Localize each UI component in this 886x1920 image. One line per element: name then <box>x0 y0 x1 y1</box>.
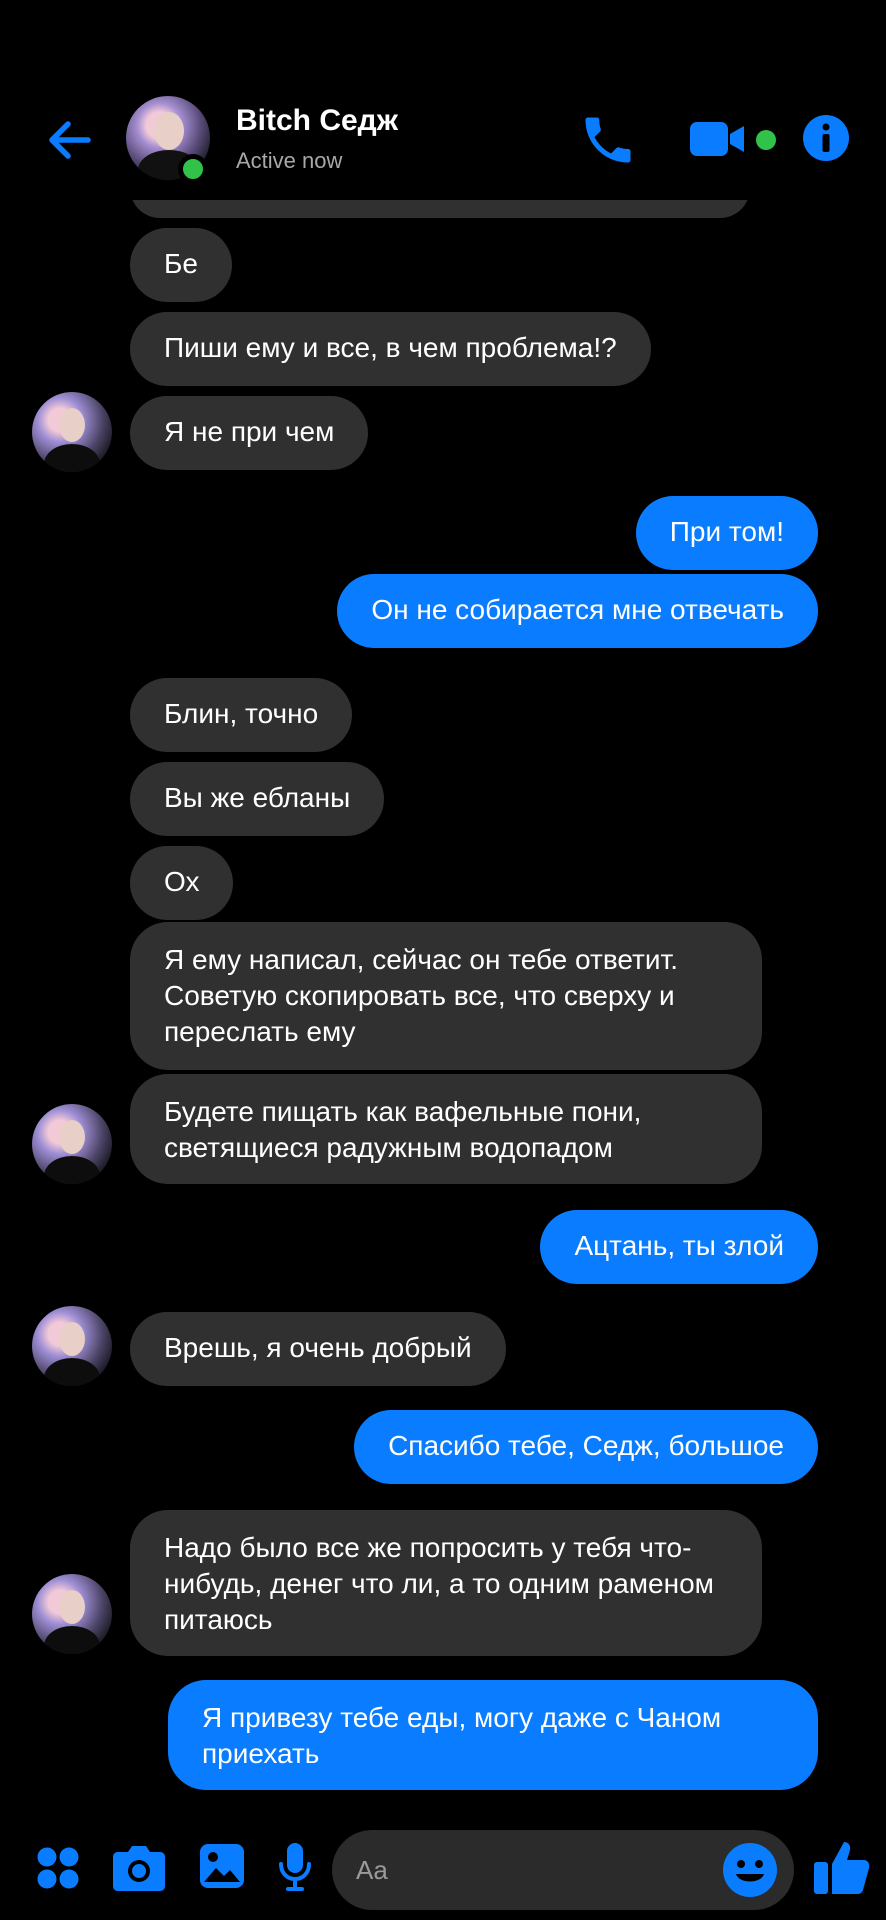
camera-icon[interactable] <box>112 1844 166 1892</box>
thumbs-up-icon[interactable] <box>812 1838 872 1898</box>
message-bubble-incoming[interactable]: Надо было все же попросить у тебя что-ни… <box>130 1510 762 1656</box>
info-icon[interactable] <box>802 114 850 162</box>
sender-avatar[interactable] <box>32 1574 112 1654</box>
smiley-icon[interactable] <box>722 1842 778 1898</box>
message-bubble-incoming[interactable]: Будете пищать как вафельные пони, светящ… <box>130 1074 762 1184</box>
arrow-left-icon[interactable] <box>42 112 98 168</box>
phone-icon[interactable] <box>578 110 638 170</box>
message-bubble-outgoing[interactable]: Я привезу тебе еды, могу даже с Чаном пр… <box>168 1680 818 1790</box>
message-list[interactable]: Бе Пиши ему и все, в чем проблема!? Я не… <box>0 200 886 1810</box>
message-bubble-incoming[interactable]: Ох <box>130 846 234 920</box>
message-bubble-outgoing[interactable]: Ацтань, ты злой <box>540 1210 818 1284</box>
sender-avatar[interactable] <box>32 1104 112 1184</box>
message-bubble-incoming[interactable]: Бе <box>130 228 232 302</box>
message-bubble-incoming[interactable]: Вы же ебланы <box>130 762 385 836</box>
microphone-icon[interactable] <box>278 1842 312 1892</box>
message-bubble-incoming[interactable]: Я ему написал, сейчас он тебе ответит. С… <box>130 922 762 1070</box>
grid-icon[interactable] <box>36 1846 80 1890</box>
message-bubble-incoming[interactable]: Я не при чем <box>130 396 369 470</box>
partial-message <box>130 200 750 218</box>
message-input[interactable] <box>356 1848 716 1892</box>
message-bubble-outgoing[interactable]: Он не собирается мне отвечать <box>337 574 818 648</box>
contact-status: Active now <box>236 148 343 173</box>
sender-avatar[interactable] <box>32 392 112 472</box>
contact-name[interactable]: Bitch Седж <box>236 104 398 138</box>
message-bubble-incoming[interactable]: Блин, точно <box>130 678 353 752</box>
sender-avatar[interactable] <box>32 1306 112 1386</box>
chat-header: Bitch Седж Active now <box>0 80 886 200</box>
message-bubble-incoming[interactable]: Пиши ему и все, в чем проблема!? <box>130 312 651 386</box>
message-bubble-outgoing[interactable]: Спасибо тебе, Седж, большое <box>354 1410 818 1484</box>
video-active-dot <box>756 130 776 150</box>
message-bubble-outgoing[interactable]: При том! <box>635 496 818 570</box>
composer-bar <box>0 1810 886 1920</box>
online-indicator <box>178 154 208 184</box>
video-camera-icon[interactable] <box>688 116 748 162</box>
message-bubble-incoming[interactable]: Врешь, я очень добрый <box>130 1312 506 1386</box>
chat-screen: Bitch Седж Active now Бе Пиши ему и все,… <box>0 0 886 1920</box>
image-icon[interactable] <box>198 1842 246 1890</box>
